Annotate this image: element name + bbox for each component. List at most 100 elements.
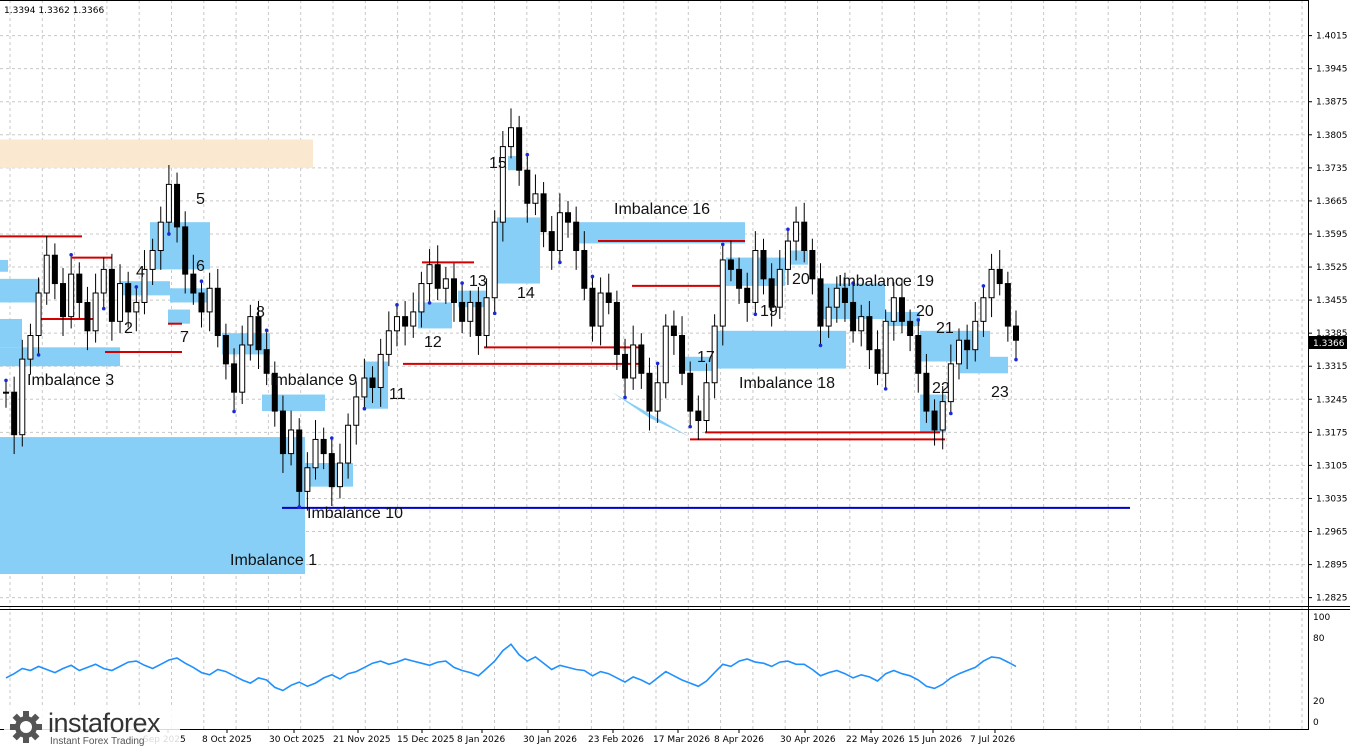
zone-label: 12: [424, 334, 442, 351]
candle-body: [320, 438, 327, 455]
imbalance-zone: [364, 361, 388, 409]
y-tick-label: 1.3245: [1316, 395, 1348, 405]
candle-body: [532, 193, 539, 204]
candle-body: [882, 320, 889, 374]
candle-body: [931, 410, 938, 431]
fractal-marker: [199, 279, 204, 284]
candle-body: [11, 391, 18, 436]
candle-body: [736, 268, 743, 289]
zone-label: Imbalance 10: [307, 505, 403, 522]
fractal-marker: [623, 395, 627, 400]
candle-body: [809, 250, 816, 280]
chart-grid: [0, 0, 1308, 729]
candle-body: [972, 320, 979, 351]
zone-label: 20: [792, 271, 810, 288]
zone-label: 11: [389, 386, 406, 403]
candle-body: [638, 344, 645, 374]
zone-label: 19: [760, 303, 778, 320]
x-tick-label: 8 Jan 2026: [457, 735, 505, 745]
candle-body: [92, 292, 99, 332]
candle-body: [353, 396, 360, 426]
fractal-marker: [786, 227, 790, 232]
candle-body: [426, 264, 433, 285]
imbalance-zone: [222, 333, 270, 355]
price-chart: Imbalance 1 2 Imbalance 3 4 5 6 7 8 Imbalance 9 I…: [0, 0, 1350, 745]
candle-body: [222, 335, 229, 365]
candle-body: [548, 231, 555, 252]
fractal-marker: [525, 152, 530, 157]
candle-body: [776, 268, 783, 308]
candle-body: [890, 297, 897, 322]
y-tick-label: 1.3595: [1316, 230, 1348, 240]
candle-body: [214, 287, 221, 337]
candle-body: [613, 301, 620, 355]
candle-body: [467, 301, 474, 322]
candle-body: [60, 283, 67, 318]
candle-body: [410, 311, 417, 327]
zone-label: 8: [256, 304, 265, 321]
candle-body: [125, 283, 132, 313]
candle-body: [475, 301, 482, 337]
candle-body: [108, 268, 115, 322]
candle-body: [508, 127, 514, 148]
candle-body: [727, 259, 734, 270]
fractal-marker: [232, 409, 236, 414]
brand-logo: instaforex Instant Forex Trading: [4, 706, 180, 748]
candle-body: [516, 127, 523, 171]
candle-body: [923, 372, 930, 412]
candle-body: [1013, 325, 1019, 341]
gear-logo-icon: [10, 711, 42, 743]
candle-body: [654, 382, 661, 412]
candle-body: [239, 344, 246, 393]
candle-body: [100, 268, 107, 294]
candle-body: [581, 250, 588, 289]
fractal-marker: [36, 353, 41, 357]
candle-body: [630, 344, 637, 379]
candle-body: [450, 278, 457, 303]
candle-body: [483, 297, 490, 337]
fractal-marker: [101, 306, 106, 311]
candle-body: [939, 401, 946, 431]
candle-body: [833, 287, 840, 308]
candle-body: [279, 410, 286, 455]
zone-label: Imbalance 3: [27, 372, 114, 389]
candle-body: [84, 301, 91, 332]
candle-body: [117, 283, 124, 322]
candle-body: [858, 316, 865, 332]
x-tick-label: 8 Apr 2026: [714, 735, 764, 745]
candle-body: [719, 259, 726, 327]
candle-body: [988, 268, 995, 299]
candle-body: [898, 297, 905, 322]
candle-body: [646, 372, 653, 412]
candle-body: [312, 438, 319, 469]
candle-body: [996, 268, 1003, 285]
brand-name: instaforex: [48, 708, 161, 738]
candle-body: [418, 283, 425, 313]
zone-label: 5: [196, 191, 205, 208]
candle-body: [157, 221, 164, 252]
fractal-marker: [4, 378, 8, 383]
zone-label: 2: [124, 320, 133, 337]
candle-body: [27, 335, 34, 360]
oscillator-layer: [5, 643, 1017, 692]
current-price-tag: 1.3366: [1309, 336, 1347, 349]
oscillator-tick-label: 100: [1313, 613, 1330, 623]
imbalance-zone: [0, 278, 40, 303]
fractal-marker: [590, 274, 595, 279]
y-tick-label: 1.3455: [1316, 296, 1348, 306]
candle-body: [182, 226, 189, 275]
candle-body: [165, 183, 172, 223]
candle-body: [662, 325, 669, 384]
candle-body: [1004, 283, 1011, 327]
fractal-marker: [688, 424, 692, 429]
candle-body: [377, 353, 384, 388]
current-price-label: 1.3366: [1313, 339, 1345, 349]
supply-zone: [0, 139, 313, 168]
candle-body: [296, 429, 303, 492]
y-tick-label: 1.3105: [1316, 461, 1348, 471]
x-tick-label: 15 Jun 2026: [908, 735, 962, 745]
candle-body: [402, 316, 409, 327]
x-tick-label: 17 Mar 2026: [653, 735, 710, 745]
zone-label: 4: [136, 264, 145, 281]
candle-body: [51, 254, 58, 285]
